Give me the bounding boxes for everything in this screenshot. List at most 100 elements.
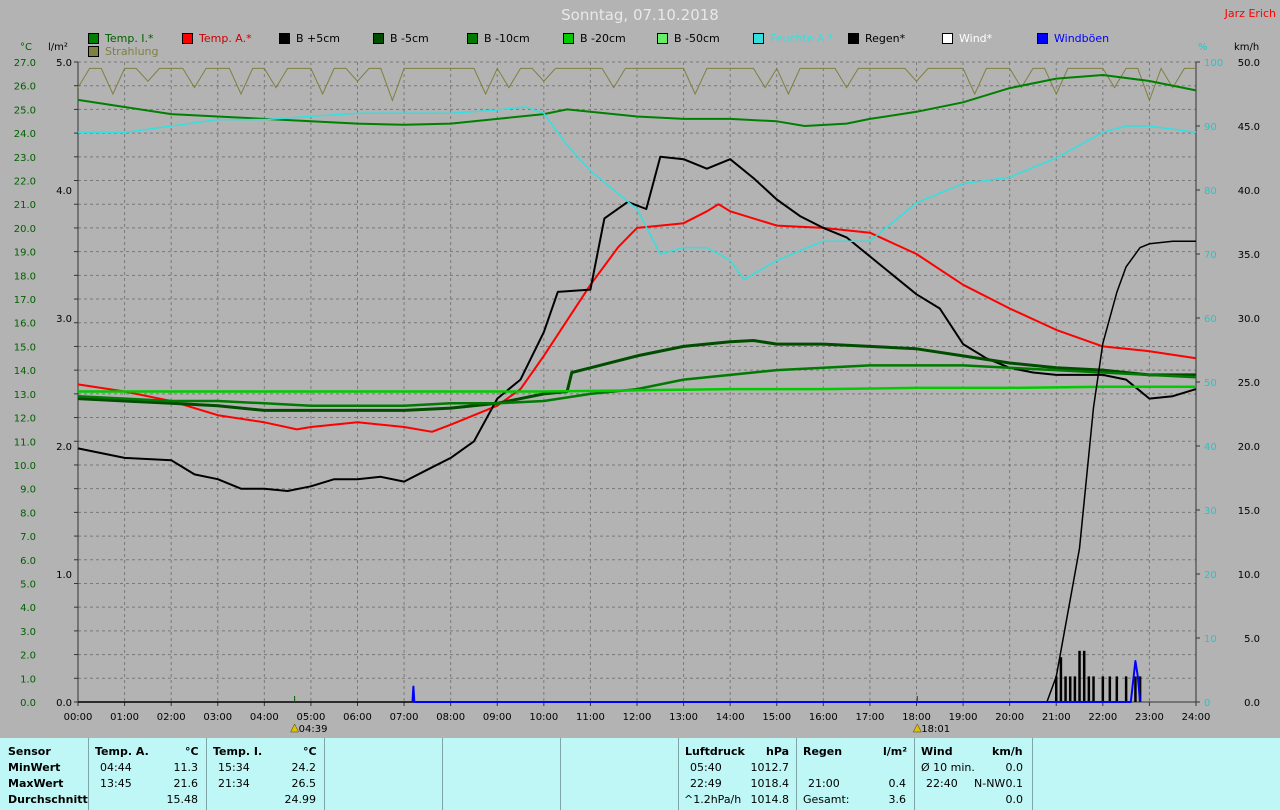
wind-avg-label: Ø 10 min. [921,761,975,774]
rain-total: 3.6 [888,793,907,806]
legend-item: Temp. I.* [88,32,154,45]
pressure-unit: hPa [766,745,790,758]
x-tick-label: 00:00 [64,712,93,723]
pressure-max-val: 1018.4 [750,777,790,790]
divider [678,738,679,810]
legend-item: Strahlung [88,45,159,58]
rain-tick-label: 1.0 [56,570,72,581]
temp-tick-label: 20.0 [14,224,36,235]
x-tick-label: 01:00 [110,712,139,723]
temp-tick-label: 1.0 [20,674,36,685]
legend-item: B -5cm [373,32,429,45]
sunrise-label: 04:39 [299,724,328,735]
temp-tick-label: 8.0 [20,508,36,519]
temp-tick-label: 6.0 [20,556,36,567]
temp-tick-label: 2.0 [20,651,36,662]
wind-tick-label: 35.0 [1238,250,1260,261]
temp-tick-label: 10.0 [14,461,36,472]
legend-label: Wind* [959,32,993,45]
temp-tick-label: 12.0 [14,414,36,425]
humidity-unit-label: % [1198,42,1208,53]
temp-tick-label: 4.0 [20,603,36,614]
pressure-header: Luftdruck [685,745,745,758]
rain-header: Regen [803,745,843,758]
sunset-label: 18:01 [921,724,950,735]
temp-tick-label: 5.0 [20,579,36,590]
weather-chart: 00:00 01:00 02:00 03:00 04:00 05:00 06:00 07:00… [14,42,1260,735]
x-tick-label: 20:00 [995,712,1024,723]
hum-tick-label: 100 [1204,58,1223,69]
legend-label: B -5cm [390,32,429,45]
rain-tick-label: 3.0 [56,314,72,325]
wind-tick-label: 15.0 [1238,506,1260,517]
hum-tick-label: 10 [1204,634,1217,645]
hum-tick-label: 80 [1204,186,1217,197]
temp-tick-label: 17.0 [14,295,36,306]
wind-max-time: 22:40 [926,777,958,790]
legend-swatch [279,33,290,44]
temp-tick-label: 24.0 [14,129,36,140]
divider [914,738,915,810]
x-tick-label: 08:00 [436,712,465,723]
legend-swatch [88,33,99,44]
temp-i-max-time: 21:34 [218,777,250,790]
temp-unit-label: °C [20,42,32,53]
temp-tick-label: 25.0 [14,105,36,116]
wind-tick-label: 40.0 [1238,186,1260,197]
wind-tick-label: 50.0 [1238,58,1260,69]
rain-max-time: 21:00 [808,777,840,790]
x-tick-label: 23:00 [1135,712,1164,723]
legend-item: Feuchte A.* [753,32,833,45]
wind-gust-val: 0.0 [1005,793,1024,806]
x-tick-label: 02:00 [157,712,186,723]
x-tick-label: 14:00 [716,712,745,723]
legend-label: B -10cm [484,32,530,45]
divider [206,738,207,810]
temp-tick-label: 3.0 [20,627,36,638]
temp-tick-label: 27.0 [14,58,36,69]
temp-tick-label: 21.0 [14,200,36,211]
temp-tick-label: 18.0 [14,271,36,282]
temp-tick-label: 16.0 [14,319,36,330]
hum-tick-label: 50 [1204,378,1217,389]
divider [1032,738,1033,810]
hum-tick-label: 70 [1204,250,1217,261]
legend-swatch [848,33,859,44]
x-tick-label: 06:00 [343,712,372,723]
legend-item: Temp. A.* [182,32,252,45]
hum-tick-label: 40 [1204,442,1217,453]
sensor-header: Sensor [8,745,51,758]
temp-tick-label: 19.0 [14,248,36,259]
sunset-icon [912,723,922,733]
x-tick-label: 11:00 [576,712,605,723]
temp-a-max-time: 13:45 [100,777,132,790]
legend-item: B -50cm [657,32,720,45]
rain-unit-label: l/m² [48,42,68,53]
x-tick-label: 07:00 [390,712,419,723]
temp-i-min-time: 15:34 [218,761,250,774]
temp-tick-label: 26.0 [14,82,36,93]
hum-tick-label: 30 [1204,506,1217,517]
x-tick-label: 09:00 [483,712,512,723]
temp-a-min-time: 04:44 [100,761,132,774]
legend-swatch [1037,33,1048,44]
wind-tick-label: 45.0 [1238,122,1260,133]
temp-tick-label: 0.0 [20,698,36,709]
legend-label: B -50cm [674,32,720,45]
divider [560,738,561,810]
divider [442,738,443,810]
wind-tick-label: 0.0 [1244,698,1260,709]
rain-tick-label: 2.0 [56,442,72,453]
legend-swatch [753,33,764,44]
rain-max-val: 0.4 [888,777,907,790]
temp-a-max-val: 21.6 [173,777,199,790]
x-tick-label: 04:00 [250,712,279,723]
pressure-avg: 1014.8 [750,793,790,806]
x-tick-label: 15:00 [762,712,791,723]
x-tick-label: 13:00 [669,712,698,723]
x-tick-label: 18:00 [902,712,931,723]
legend-swatch [657,33,668,44]
legend-label: Strahlung [105,45,159,58]
rain-tick-label: 5.0 [56,58,72,69]
x-tick-label: 05:00 [297,712,326,723]
